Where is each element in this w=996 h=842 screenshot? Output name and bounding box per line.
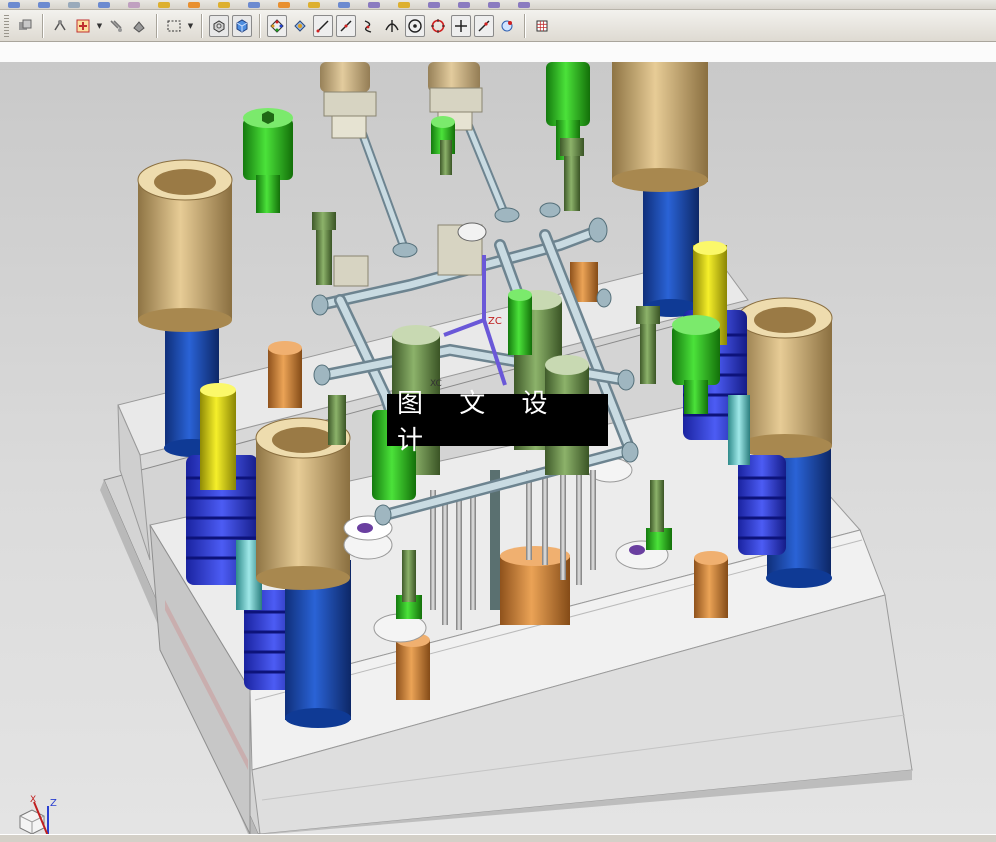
mini-icon[interactable] [128,1,140,8]
mini-icon[interactable] [428,1,440,8]
snap-vertex-icon[interactable] [290,15,310,37]
watermark-label: 图 文 设 计 [387,389,608,456]
viewport-header-strip [0,42,996,63]
center-point-icon[interactable] [405,14,425,37]
edge-snap-icon[interactable] [336,14,356,37]
mini-icon[interactable] [98,1,110,8]
quadrant-icon[interactable] [428,15,448,37]
solid-view-icon[interactable] [232,14,252,37]
view-triad[interactable]: Z X Y [2,792,66,834]
toolbar-separator [259,13,260,38]
curve-snap-icon[interactable] [359,15,379,37]
mini-icon[interactable] [218,1,230,8]
mini-icon[interactable] [68,1,80,8]
line-snap-icon[interactable] [313,14,333,37]
mini-icon[interactable] [488,1,500,8]
dropdown-arrow-icon[interactable]: ▼ [96,15,103,37]
mini-icon[interactable] [368,1,380,8]
zc-label: ZC [488,316,502,327]
toolbar-grip[interactable] [4,14,9,37]
toolbar-separator [524,13,525,38]
hidden-edges-icon[interactable] [15,15,35,37]
mini-icon[interactable] [158,1,170,8]
main-toolbar: ▼ ▼ [0,10,996,42]
mini-icon[interactable] [308,1,320,8]
dropdown-arrow-icon[interactable]: ▼ [187,15,194,37]
intersection-icon[interactable] [382,15,402,37]
pointer-icon[interactable] [106,15,126,37]
toolbar-separator [156,13,157,38]
mini-icon[interactable] [248,1,260,8]
move-icon[interactable] [129,15,149,37]
mini-icon[interactable] [398,1,410,8]
toolbar-separator [201,13,202,38]
snap-icon[interactable] [50,15,70,37]
tangent-icon[interactable] [474,14,494,37]
mini-icon[interactable] [8,1,20,8]
mini-icon[interactable] [188,1,200,8]
mini-icon[interactable] [458,1,470,8]
arc-point-icon[interactable] [497,15,517,37]
toolbar-separator [42,13,43,38]
mini-icon[interactable] [518,1,530,8]
top-toolbar-strip [0,0,996,10]
mini-icon[interactable] [278,1,290,8]
mini-icon[interactable] [38,1,50,8]
box-select-icon[interactable] [164,15,184,37]
mini-icon[interactable] [338,1,350,8]
color-select-icon[interactable] [73,15,93,37]
graphics-viewport[interactable]: ZC XC Z X Y 图 文 设 计 [0,62,996,834]
crosshair-icon[interactable] [451,14,471,37]
grid-icon[interactable] [532,15,552,37]
triad-x-label: X [30,795,36,805]
snap-point-icon[interactable] [267,14,287,37]
shaded-icon[interactable] [209,14,229,37]
triad-z-label: Z [50,798,57,809]
